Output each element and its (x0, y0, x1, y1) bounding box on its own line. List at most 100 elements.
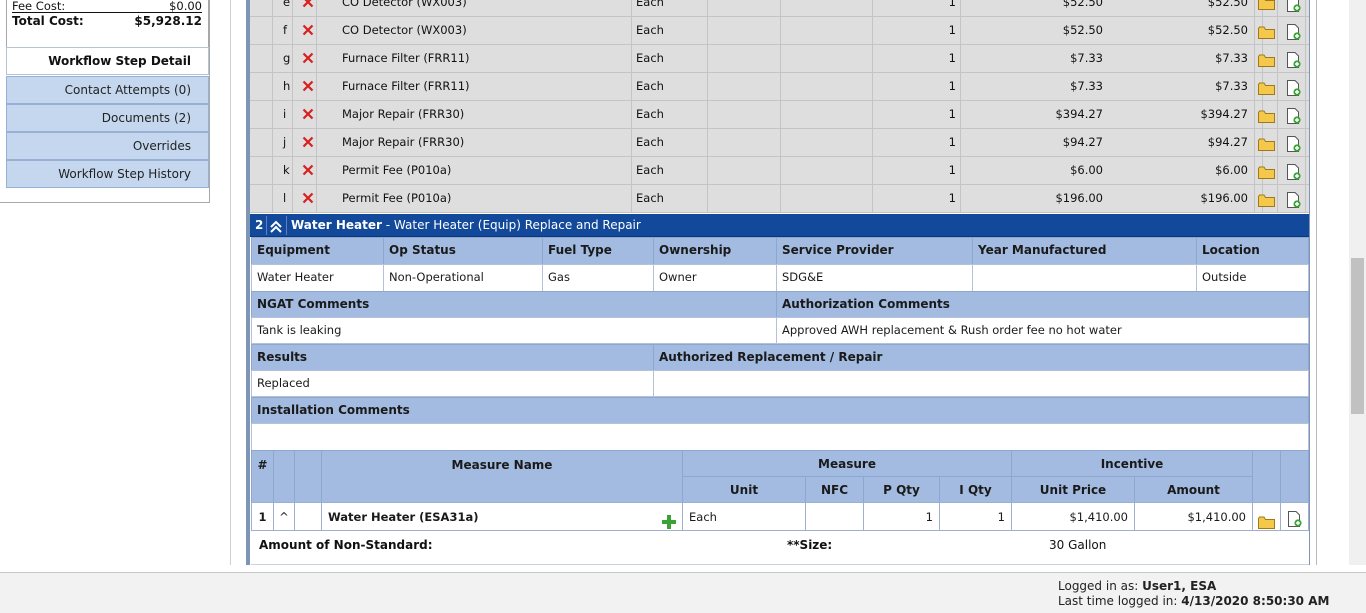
add-document-icon[interactable] (1287, 52, 1301, 68)
delete-icon[interactable] (302, 108, 314, 120)
divider (872, 129, 873, 157)
item-row: k Permit Fee (P010a) Each 1 $6.00 $6.00 (250, 157, 1309, 185)
add-document-icon[interactable] (1287, 164, 1301, 180)
folder-icon[interactable] (1258, 138, 1275, 151)
divider (960, 73, 961, 101)
divider (1277, 101, 1278, 129)
add-icon[interactable] (662, 511, 676, 529)
item-unit: Each (636, 191, 664, 205)
section-title-main: Water Heater (291, 218, 382, 232)
divider (1305, 185, 1306, 213)
section-title-detail: - Water Heater (Equip) Replace and Repai… (381, 218, 641, 232)
divider (872, 185, 873, 213)
item-unit-price: $394.27 (1055, 107, 1103, 121)
item-unit-price: $52.50 (1062, 0, 1103, 9)
item-amount: $6.00 (1215, 163, 1248, 177)
divider (780, 45, 781, 73)
folder-icon[interactable] (1258, 511, 1275, 529)
sidebar-item-workflow-step-detail[interactable]: Workflow Step Detail (6, 47, 209, 75)
divider (292, 101, 293, 129)
item-unit: Each (636, 23, 664, 37)
divider (272, 129, 273, 157)
divider (780, 185, 781, 213)
item-unit: Each (636, 135, 664, 149)
folder-icon[interactable] (1258, 54, 1275, 67)
delete-icon[interactable] (302, 52, 314, 64)
delete-icon[interactable] (302, 164, 314, 176)
collapse-icon[interactable] (269, 219, 283, 233)
item-unit-price: $52.50 (1062, 23, 1103, 37)
delete-icon[interactable] (302, 80, 314, 92)
total-cost-label: Total Cost: (12, 14, 84, 28)
divider (1254, 45, 1255, 73)
add-document-icon[interactable] (1287, 136, 1301, 152)
item-unit-price: $196.00 (1055, 191, 1103, 205)
measure-row-blank (294, 502, 322, 531)
content-right-border (1316, 0, 1317, 565)
item-qty: 1 (948, 135, 956, 149)
document-cell (1280, 502, 1309, 531)
divider (1254, 101, 1255, 129)
folder-icon[interactable] (1258, 110, 1275, 123)
folder-icon[interactable] (1258, 26, 1275, 39)
item-row: e CO Detector (WX003) Each 1 $52.50 $52.50 (250, 0, 1309, 17)
divider (707, 157, 708, 185)
delete-icon[interactable] (302, 0, 314, 8)
add-document-icon[interactable] (1288, 509, 1302, 527)
delete-icon[interactable] (302, 192, 314, 204)
folder-icon[interactable] (1258, 194, 1275, 207)
divider (292, 157, 293, 185)
folder-icon[interactable] (1258, 82, 1275, 95)
scrollbar-thumb[interactable] (1351, 258, 1364, 414)
size-label: **Size: (787, 538, 833, 552)
divider (1254, 0, 1255, 17)
results-header: Results (251, 344, 654, 371)
add-document-icon[interactable] (1287, 192, 1301, 208)
item-name: Major Repair (FRR30) (342, 135, 465, 149)
logged-in-label: Logged in as: (1058, 579, 1139, 593)
folder-icon[interactable] (1258, 166, 1275, 179)
op-status-header: Op Status (383, 237, 543, 265)
divider (780, 0, 781, 17)
sidebar-item-contact-attempts[interactable]: Contact Attempts (0) (6, 76, 209, 104)
sidebar-item-overrides[interactable]: Overrides (6, 132, 209, 160)
ownership-value: Owner (653, 264, 777, 292)
item-qty: 1 (948, 107, 956, 121)
item-unit-price: $7.33 (1070, 51, 1103, 65)
sidebar-item-workflow-step-history[interactable]: Workflow Step History (6, 160, 209, 188)
divider (316, 129, 317, 157)
fuel-type-header: Fuel Type (542, 237, 654, 265)
authorization-comments-header: Authorization Comments (776, 291, 1309, 318)
item-unit: Each (636, 0, 664, 9)
expand-caret-button[interactable]: ^ (273, 502, 295, 531)
delete-icon[interactable] (302, 24, 314, 36)
divider (872, 157, 873, 185)
section-header: 2 Water Heater - Water Heater (Equip) Re… (250, 214, 1309, 237)
equipment-value: Water Heater (251, 264, 384, 292)
col-header-nfc: NFC (805, 476, 864, 503)
delete-icon[interactable] (302, 136, 314, 148)
add-document-icon[interactable] (1287, 108, 1301, 124)
add-document-icon[interactable] (1287, 0, 1301, 12)
item-row: f CO Detector (WX003) Each 1 $52.50 $52.50 (250, 17, 1309, 45)
item-qty: 1 (948, 191, 956, 205)
op-status-value: Non-Operational (383, 264, 543, 292)
col-header-measure: Measure (682, 450, 1012, 477)
item-name: CO Detector (WX003) (342, 23, 467, 37)
sidebar-item-documents[interactable]: Documents (2) (6, 104, 209, 132)
divider (960, 185, 961, 213)
divider (1277, 17, 1278, 45)
divider (286, 216, 287, 235)
divider (631, 101, 632, 129)
add-document-icon[interactable] (1287, 80, 1301, 96)
item-unit: Each (636, 163, 664, 177)
item-amount: $196.00 (1200, 191, 1248, 205)
divider (707, 0, 708, 17)
divider (1254, 73, 1255, 101)
measure-p-qty: 1 (863, 502, 940, 531)
cost-summary: Fee Cost: $0.00 Total Cost: $5,928.12 (6, 0, 209, 48)
add-document-icon[interactable] (1287, 24, 1301, 40)
content-divider (230, 0, 231, 565)
folder-icon[interactable] (1258, 0, 1275, 10)
item-qty: 1 (948, 79, 956, 93)
